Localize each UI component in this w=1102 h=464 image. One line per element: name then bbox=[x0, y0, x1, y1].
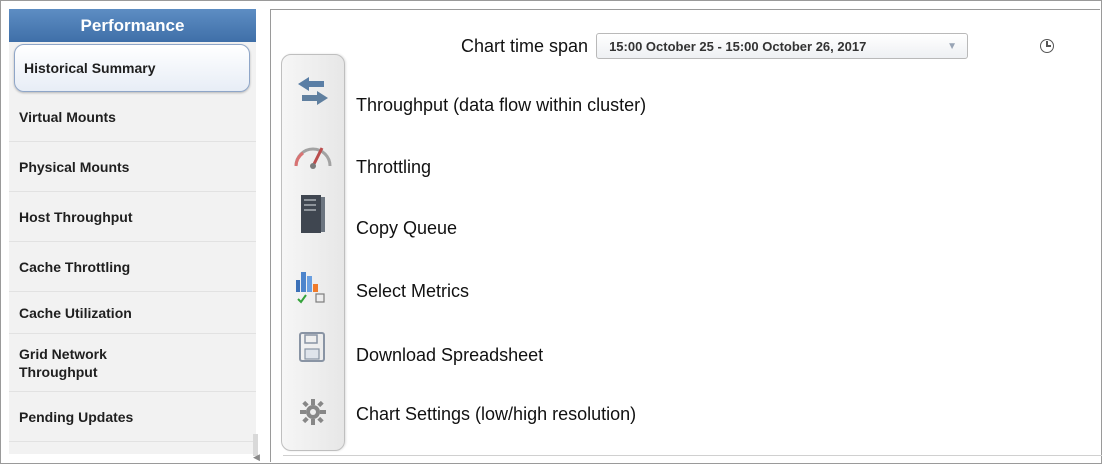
sidebar-item-physical-mounts[interactable]: Physical Mounts bbox=[9, 142, 256, 192]
chart-time-span-select[interactable]: 15:00 October 25 - 15:00 October 26, 201… bbox=[596, 33, 969, 59]
sidebar-item-host-throughput[interactable]: Host Throughput bbox=[9, 192, 256, 242]
throttling-tool-button[interactable] bbox=[282, 124, 344, 186]
gauge-icon bbox=[294, 147, 332, 169]
sidebar-item-label: Cache Throttling bbox=[19, 258, 131, 275]
panel-top-border bbox=[270, 9, 1100, 10]
sidebar-item-pending-updates[interactable]: Pending Updates bbox=[9, 392, 256, 442]
sidebar-item-label: Physical Mounts bbox=[19, 158, 130, 175]
copy-queue-tool-button[interactable] bbox=[282, 184, 344, 246]
copy-queue-label: Copy Queue bbox=[356, 218, 458, 238]
download-spreadsheet-tool-button[interactable] bbox=[282, 317, 344, 379]
sidebar-title: Performance bbox=[9, 9, 256, 42]
save-icon bbox=[299, 332, 325, 362]
chart-time-span-value: 15:00 October 25 - 15:00 October 26, 201… bbox=[609, 38, 867, 54]
performance-sidebar: Performance Historical Summary Virtual M… bbox=[9, 9, 256, 454]
throughput-tool-button[interactable] bbox=[282, 60, 344, 122]
sidebar-item-label: Host Throughput bbox=[19, 208, 133, 225]
panel-left-border bbox=[270, 9, 271, 462]
select-metrics-tool-button[interactable] bbox=[282, 252, 344, 314]
chart-toolbar bbox=[281, 54, 345, 451]
sidebar-item-virtual-mounts[interactable]: Virtual Mounts bbox=[9, 92, 256, 142]
server-icon bbox=[301, 195, 325, 233]
sidebar-item-label: Virtual Mounts bbox=[19, 108, 116, 125]
throttling-label: Throttling bbox=[356, 157, 432, 177]
sidebar-item-cache-utilization[interactable]: Cache Utilization bbox=[9, 292, 256, 334]
chart-settings-tool-button[interactable] bbox=[282, 381, 344, 443]
sidebar-item-label: Grid Network Throughput bbox=[19, 345, 107, 380]
sidebar-item-label: Cache Utilization bbox=[19, 304, 132, 321]
sidebar-item-label: Pending Updates bbox=[19, 408, 134, 425]
sidebar-item-label: Historical Summary bbox=[24, 60, 156, 76]
clock-icon[interactable] bbox=[1040, 39, 1054, 53]
arrows-icon bbox=[298, 77, 328, 105]
chevron-down-icon[interactable]: ▼ bbox=[947, 41, 957, 52]
chart-time-span-row: Chart time span 15:00 October 25 - 15:00… bbox=[461, 33, 969, 59]
panel-bottom-divider bbox=[283, 455, 1102, 456]
sidebar-item-historical-summary[interactable]: Historical Summary bbox=[14, 44, 250, 92]
download-spreadsheet-label: Download Spreadsheet bbox=[356, 345, 544, 365]
throughput-label: Throughput (data flow within cluster) bbox=[356, 95, 647, 115]
gear-icon bbox=[300, 399, 326, 425]
sidebar-item-grid-network-throughput[interactable]: Grid Network Throughput bbox=[9, 334, 256, 392]
chart-settings-label: Chart Settings (low/high resolution) bbox=[356, 404, 637, 424]
metrics-icon bbox=[296, 272, 325, 304]
select-metrics-label: Select Metrics bbox=[356, 281, 470, 301]
sidebar-item-cache-throttling[interactable]: Cache Throttling bbox=[9, 242, 256, 292]
scroll-left-arrow-icon[interactable]: ◀ bbox=[253, 452, 260, 463]
chart-time-span-label: Chart time span bbox=[461, 35, 589, 56]
